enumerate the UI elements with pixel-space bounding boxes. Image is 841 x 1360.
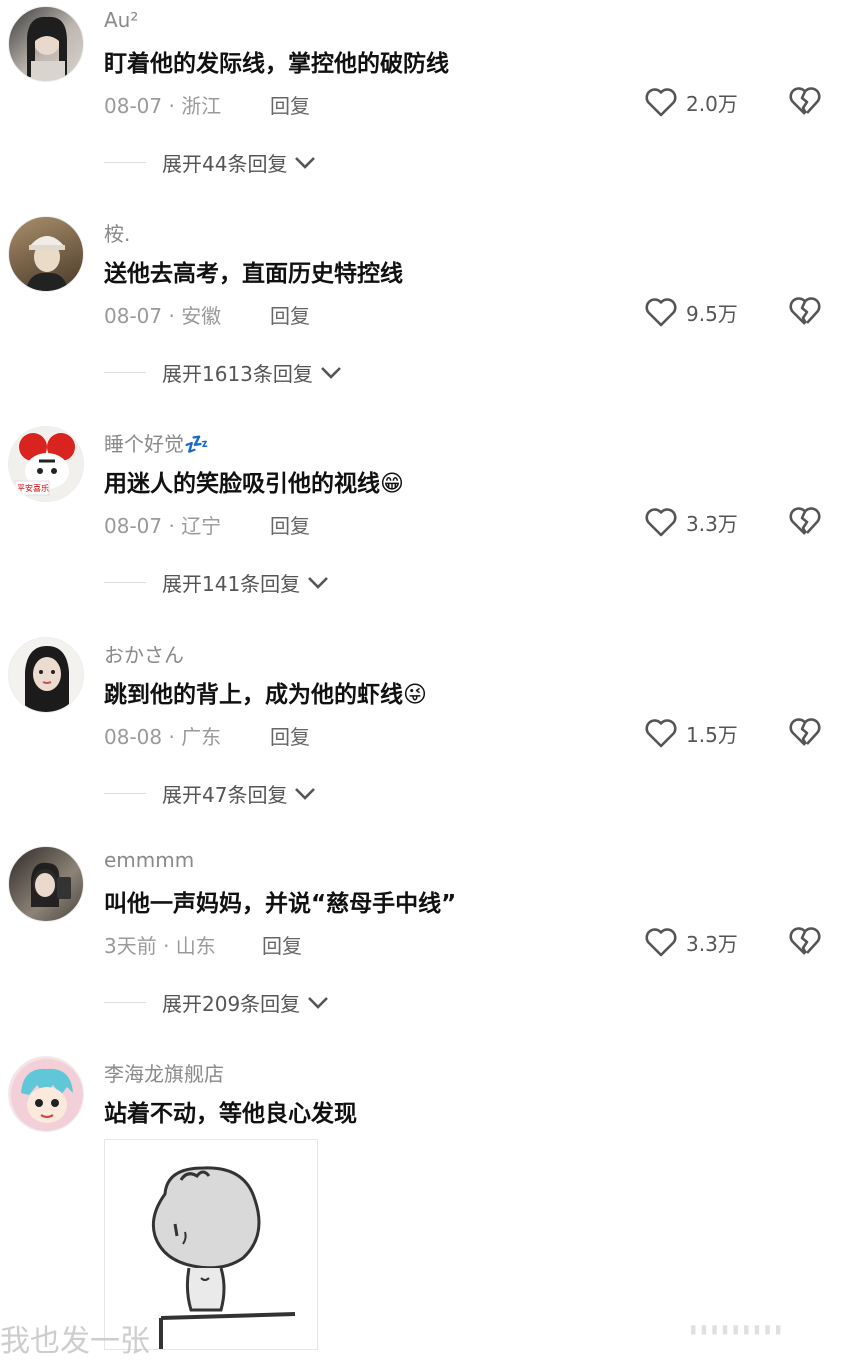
like-button[interactable]: 3.3万 <box>644 504 738 540</box>
expand-replies-label: 展开209条回复 <box>162 992 301 1016</box>
reply-button[interactable]: 回复 <box>270 510 310 539</box>
comment-item: 桉. 送他去高考，直面历史特控线 08-07 · 安徽 回复 9.5万 展开16… <box>0 210 841 420</box>
like-button[interactable]: 1.5万 <box>644 715 738 751</box>
chevron-down-icon <box>308 996 329 1009</box>
comment-text: 站着不动，等他良心发现 <box>104 1101 357 1127</box>
comment-text: 盯着他的发际线，掌控他的破防线 <box>104 51 449 77</box>
comment-item: おかさん 跳到他的背上，成为他的虾线😜 08-08 · 广东 回复 1.5万 展… <box>0 631 841 841</box>
expand-replies-label: 展开141条回复 <box>162 572 301 596</box>
heart-outline-icon <box>645 928 677 957</box>
comment-text: 用迷人的笑脸吸引他的视线😁 <box>104 471 404 497</box>
expand-replies-label: 展开1613条回复 <box>162 362 313 386</box>
comment-item: Au² 盯着他的发际线，掌控他的破防线 08-07 · 浙江 回复 2.0万 展… <box>0 0 841 210</box>
like-count: 9.5万 <box>686 301 738 326</box>
expand-replies-button[interactable]: 展开1613条回复 <box>162 358 343 387</box>
reply-button[interactable]: 回复 <box>270 90 310 119</box>
heart-outline-icon <box>645 298 677 327</box>
avatar[interactable]: 平安喜乐 <box>8 426 84 502</box>
comment-meta: 3天前 · 山东 <box>104 934 216 958</box>
divider <box>104 1002 146 1003</box>
broken-heart-icon[interactable] <box>788 716 822 748</box>
divider <box>104 582 146 583</box>
comment-item: emmmm 叫他一声妈妈，并说“慈母手中线” 3天前 · 山东 回复 3.3万 … <box>0 840 841 1050</box>
heart-outline-icon <box>645 508 677 537</box>
scroll-indicator: ▮▮▮▮▮▮▮▮▮ <box>690 1322 786 1336</box>
like-count: 1.5万 <box>686 722 738 747</box>
expand-replies-button[interactable]: 展开47条回复 <box>162 779 317 808</box>
heart-outline-icon <box>645 88 677 117</box>
comment-meta: 08-07 · 浙江 <box>104 94 222 118</box>
like-button[interactable]: 9.5万 <box>644 294 738 330</box>
avatar[interactable] <box>8 637 84 713</box>
reply-button[interactable]: 回复 <box>262 930 302 959</box>
chevron-down-icon <box>308 576 329 589</box>
like-count: 3.3万 <box>686 931 738 956</box>
username[interactable]: 桉. <box>104 218 130 247</box>
comment-meta: 08-07 · 辽宁 <box>104 514 222 538</box>
expand-replies-button[interactable]: 展开141条回复 <box>162 568 330 597</box>
comment-text: 跳到他的背上，成为他的虾线😜 <box>104 682 427 708</box>
broken-heart-icon[interactable] <box>788 295 822 327</box>
comment-meta: 08-07 · 安徽 <box>104 304 222 328</box>
username[interactable]: emmmm <box>104 848 194 872</box>
broken-heart-icon[interactable] <box>788 925 822 957</box>
username[interactable]: Au² <box>104 8 138 32</box>
divider <box>104 162 146 163</box>
expand-replies-label: 展开47条回复 <box>162 783 288 807</box>
avatar[interactable] <box>8 1056 84 1132</box>
like-button[interactable]: 2.0万 <box>644 84 738 120</box>
broken-heart-icon[interactable] <box>788 85 822 117</box>
expand-replies-label: 展开44条回复 <box>162 152 288 176</box>
divider <box>104 793 146 794</box>
comment-text: 叫他一声妈妈，并说“慈母手中线” <box>104 891 457 917</box>
avatar[interactable] <box>8 216 84 292</box>
expand-replies-button[interactable]: 展开209条回复 <box>162 988 330 1017</box>
broken-heart-icon[interactable] <box>788 505 822 537</box>
comment-item: 平安喜乐 睡个好觉💤 用迷人的笑脸吸引他的视线😁 08-07 · 辽宁 回复 3… <box>0 420 841 630</box>
like-button[interactable]: 3.3万 <box>644 924 738 960</box>
divider <box>104 372 146 373</box>
watermark-text: 我也发一张 <box>0 1324 150 1359</box>
username[interactable]: 睡个好觉💤 <box>104 428 209 457</box>
avatar-caption: 平安喜乐 <box>17 484 49 493</box>
avatar[interactable] <box>8 6 84 82</box>
expand-replies-button[interactable]: 展开44条回复 <box>162 148 317 177</box>
heart-outline-icon <box>645 719 677 748</box>
username[interactable]: 李海龙旗舰店 <box>104 1058 224 1087</box>
comment-meta: 08-08 · 广东 <box>104 725 222 749</box>
chevron-down-icon <box>295 156 316 169</box>
chevron-down-icon <box>320 366 341 379</box>
reply-button[interactable]: 回复 <box>270 721 310 750</box>
username[interactable]: おかさん <box>104 639 184 668</box>
comment-text: 送他去高考，直面历史特控线 <box>104 261 403 287</box>
reply-button[interactable]: 回复 <box>270 300 310 329</box>
like-count: 3.3万 <box>686 511 738 536</box>
like-count: 2.0万 <box>686 91 738 116</box>
avatar[interactable] <box>8 846 84 922</box>
chevron-down-icon <box>295 787 316 800</box>
